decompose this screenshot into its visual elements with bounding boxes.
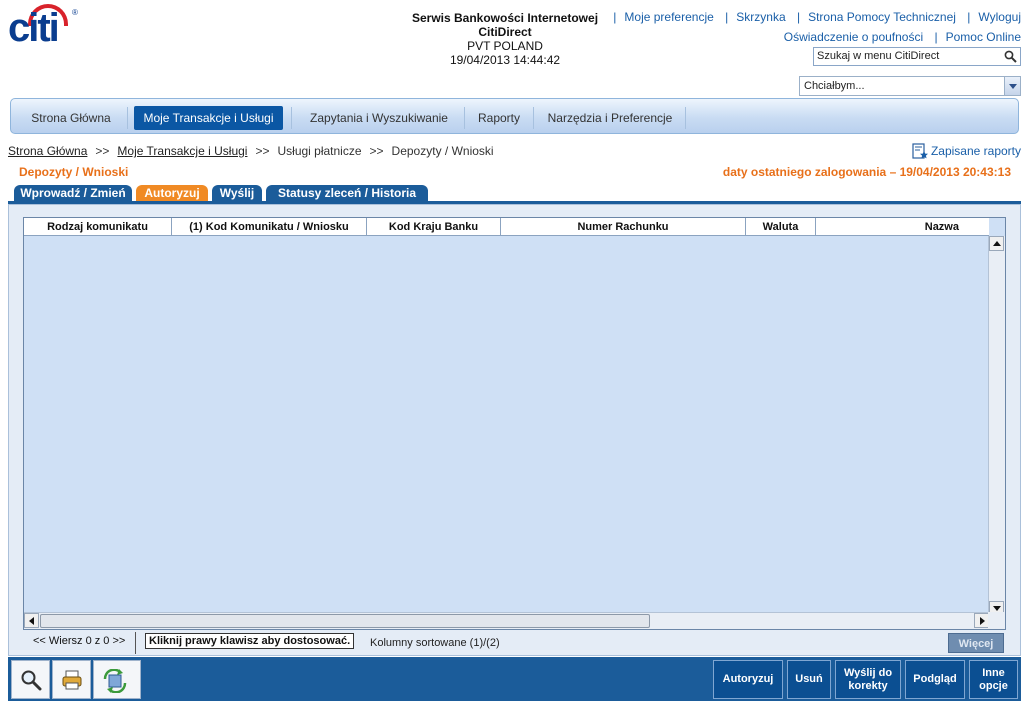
search-input-value: Szukaj w menu CitiDirect [817,50,940,62]
data-grid[interactable]: Rodzaj komunikatu (1) Kod Komunikatu / W… [23,217,1006,630]
nav-divider [533,107,534,129]
status-divider [135,632,136,654]
tab-authorize[interactable]: Autoryzuj [136,185,208,202]
breadcrumb-home[interactable]: Strona Główna [8,144,87,158]
column-header-message-type[interactable]: Rodzaj komunikatu [24,218,172,236]
main-navigation: Strona Główna Moje Transakcje i Usługi Z… [10,98,1019,134]
customize-hint: Kliknij prawy klawisz aby dostosować. [145,633,355,649]
menu-search-input[interactable]: Szukaj w menu CitiDirect [813,47,1021,66]
column-header-account-number[interactable]: Numer Rachunku [501,218,746,236]
breadcrumb-separator: >> [369,144,384,158]
column-header-message-code[interactable]: (1) Kod Komunikatu / Wniosku [172,218,367,236]
chevron-down-icon[interactable] [1004,77,1020,95]
link-inbox[interactable]: Skrzynka [736,10,785,24]
more-button[interactable]: Więcej [948,633,1004,653]
logo-text: citi [8,6,60,50]
breadcrumb-my-transactions[interactable]: Moje Transakcje i Usługi [117,144,247,158]
breadcrumb: Strona Główna >> Moje Transakcje i Usługi >… [8,144,494,158]
link-privacy[interactable]: Oświadczenie o poufności [784,30,923,44]
citi-logo: citi ® [8,4,78,48]
horizontal-scroll-thumb[interactable] [40,614,650,628]
action-toolbar: Autoryzuj Usuń Wyślij do korekty Podgląd… [8,657,1021,701]
nav-item-inquiries[interactable]: Zapytania i Wyszukiwanie [298,106,460,130]
dropdown-value: Chciałbym... [804,80,865,92]
page-title: Depozyty / Wnioski [19,165,129,179]
breadcrumb-current: Depozyty / Wnioski [391,144,494,158]
saved-reports-link[interactable]: Zapisane raporty [912,143,1021,159]
row-pager[interactable]: << Wiersz 0 z 0 >> [33,635,125,647]
scroll-up-button[interactable] [989,236,1004,251]
refresh-button[interactable] [93,660,141,699]
service-region: PVT POLAND [467,39,543,53]
nav-item-tools[interactable]: Narzędzia i Preferencje [541,106,679,130]
search-icon[interactable] [1004,50,1017,63]
scroll-right-button[interactable] [974,613,989,628]
print-button[interactable] [52,660,91,699]
search-icon [21,670,42,691]
vertical-scrollbar[interactable] [988,236,1005,616]
link-tech-support[interactable]: Strona Pomocy Technicznej [808,10,956,24]
nav-divider [685,107,686,129]
grid-header: Rodzaj komunikatu (1) Kod Komunikatu / W… [24,218,989,236]
service-product: CitiDirect [478,25,532,39]
nav-divider [464,107,465,129]
search-button[interactable] [11,660,50,699]
sorted-columns-info: Kolumny sortowane (1)/(2) [370,637,500,649]
saved-report-icon [912,143,928,159]
service-datetime: 19/04/2013 14:44:42 [449,53,561,67]
breadcrumb-separator: >> [255,144,270,158]
nav-divider [127,107,128,129]
other-options-button[interactable]: Inne opcje [969,660,1018,699]
nav-item-reports[interactable]: Raporty [469,106,529,130]
print-icon [62,670,82,690]
horizontal-scrollbar[interactable] [24,612,989,629]
tab-send[interactable]: Wyślij [212,185,262,202]
link-online-help[interactable]: Pomoc Online [946,30,1021,44]
grid-status-bar: << Wiersz 0 z 0 >> Kliknij prawy klawisz… [23,632,1006,654]
top-links: | Moje preferencje | Skrzynka | Strona Pomo… [613,10,1021,44]
refresh-icon [103,669,127,693]
column-header-bank-country[interactable]: Kod Kraju Banku [367,218,501,236]
preview-button[interactable]: Podgląd [905,660,965,699]
column-header-name[interactable]: Nazwa [816,218,989,236]
delete-button[interactable]: Usuń [787,660,831,699]
link-logout[interactable]: Wyloguj [978,10,1021,24]
service-info: Serwis Bankowości Internetowej CitiDirec… [402,11,608,67]
column-header-currency[interactable]: Waluta [746,218,816,236]
logo-registered-mark: ® [72,8,78,17]
last-login-info: daty ostatniego zalogowania – 19/04/2013… [722,165,1011,179]
scroll-left-button[interactable] [24,613,39,628]
service-name: Serwis Bankowości Internetowej [411,11,599,25]
nav-item-home[interactable]: Strona Główna [19,106,123,130]
link-preferences[interactable]: Moje preferencje [624,10,713,24]
quick-action-dropdown[interactable]: Chciałbym... [799,76,1021,96]
nav-item-my-transactions[interactable]: Moje Transakcje i Usługi [134,106,283,130]
saved-reports-label: Zapisane raporty [930,144,1021,158]
tab-enter-edit[interactable]: Wprowadź / Zmień [14,185,132,202]
tab-status-history[interactable]: Statusy zleceń / Historia [266,185,428,202]
nav-divider [291,107,292,129]
breadcrumb-payment-services: Usługi płatnicze [277,144,362,158]
send-for-correction-button[interactable]: Wyślij do korekty [835,660,901,699]
authorize-button[interactable]: Autoryzuj [713,660,783,699]
scrollbar-corner [988,612,1005,629]
breadcrumb-separator: >> [95,144,110,158]
